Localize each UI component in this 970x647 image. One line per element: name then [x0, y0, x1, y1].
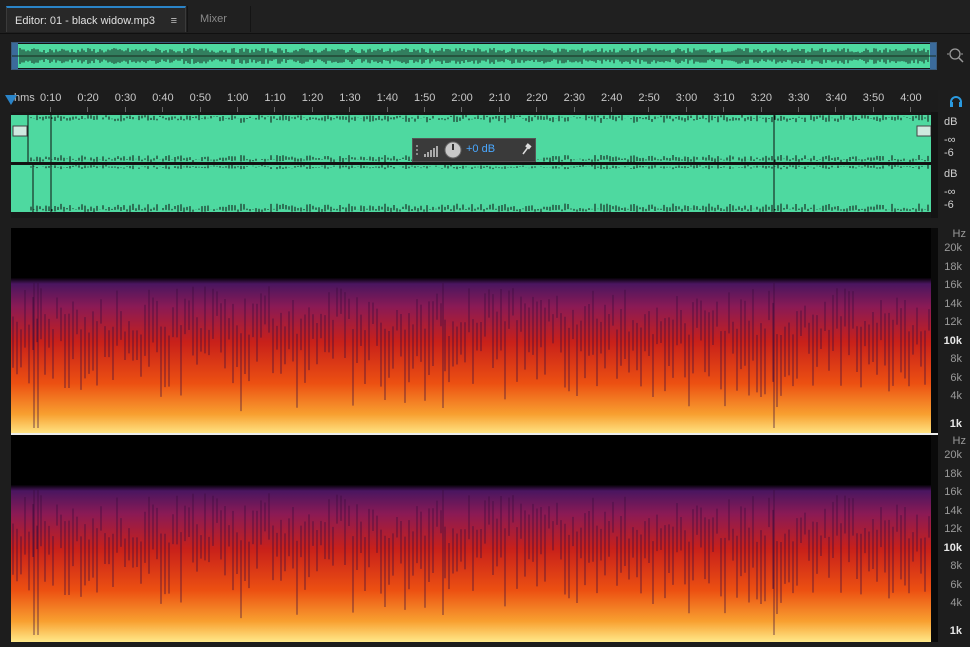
- freq-tick-label: 18k: [944, 261, 962, 273]
- freq-tick-label: 20k: [944, 242, 962, 254]
- waveform-display[interactable]: [11, 112, 938, 218]
- freq-tick-label: 14k: [944, 505, 962, 517]
- ruler-time-label: 0:20: [77, 92, 99, 104]
- freq-tick-label: 18k: [944, 468, 962, 480]
- ruler-time-label: 2:00: [451, 92, 473, 104]
- tab-editor[interactable]: Editor: 01 - black widow.mp3 ≡: [6, 6, 186, 32]
- tab-editor-label: Editor: 01 - black widow.mp3: [15, 15, 156, 27]
- freq-tick-label: 20k: [944, 449, 962, 461]
- freq-tick-label: 16k: [944, 279, 962, 291]
- ruler-time-label: 3:40: [825, 92, 847, 104]
- freq-tick-label: 12k: [944, 316, 962, 328]
- freq-tick-label: 10k: [943, 542, 962, 554]
- ruler-time-label: 3:30: [788, 92, 810, 104]
- ruler-time-label: 2:50: [638, 92, 660, 104]
- freq-tick-label: 4k: [950, 597, 962, 609]
- ruler-time-label: 0:50: [189, 92, 212, 104]
- ch2-db-unit: dB: [944, 168, 958, 180]
- ch1-db-val: -6: [944, 147, 954, 159]
- freq-tick-label: 4k: [950, 390, 962, 402]
- volume-knob-icon: [444, 141, 462, 159]
- tab-menu-icon[interactable]: ≡: [171, 8, 177, 34]
- level-bars-icon: [424, 146, 438, 157]
- headphones-icon[interactable]: [948, 93, 964, 109]
- fade-out-handle: [916, 125, 932, 137]
- overview-waveform: [12, 43, 936, 69]
- freq-unit-label: Hz: [952, 435, 966, 447]
- freq-tick-label: 14k: [944, 298, 962, 310]
- panel-divider-handle[interactable]: [497, 219, 523, 231]
- ruler-time-label: 3:00: [675, 92, 698, 104]
- freq-tick-label: 8k: [950, 560, 962, 572]
- ruler-time-label: 2:20: [526, 92, 548, 104]
- tab-mixer-label: Mixer: [200, 13, 227, 25]
- ruler-time-label: 3:20: [750, 92, 773, 104]
- spectrogram-channel-left[interactable]: [11, 228, 938, 435]
- volume-value: +0 dB: [466, 143, 496, 155]
- freq-tick-label: 6k: [950, 579, 962, 591]
- ruler-time-label: 1:10: [264, 92, 286, 104]
- zoom-magnifier-icon[interactable]: [946, 45, 966, 65]
- freq-tick-label: 12k: [944, 523, 962, 535]
- playhead-marker[interactable]: [5, 95, 17, 105]
- ruler-time-label: 1:30: [339, 92, 361, 104]
- pin-icon: [522, 143, 532, 155]
- ruler-time-label: 3:10: [713, 92, 735, 104]
- hud-grip: [416, 145, 418, 155]
- tab-mixer[interactable]: Mixer: [187, 6, 251, 32]
- freq-tick-label: 10k: [943, 335, 962, 347]
- fade-in-handle: [12, 125, 28, 137]
- ch2-db-inf: -∞: [944, 186, 956, 198]
- ruler-time-label: 4:00: [900, 92, 922, 104]
- waveform-channel-right: [11, 165, 938, 212]
- freq-tick-label: 6k: [950, 372, 962, 384]
- ch2-db-val: -6: [944, 199, 954, 211]
- freq-tick-label: 16k: [944, 486, 962, 498]
- ruler-time-label: 0:10: [40, 92, 62, 104]
- freq-unit-label: Hz: [952, 228, 966, 240]
- spectrogram-channel-right[interactable]: [11, 435, 938, 642]
- ruler-time-label: 1:20: [301, 92, 324, 104]
- ruler-time-label: 3:50: [862, 92, 885, 104]
- ch1-db-unit: dB: [944, 116, 958, 128]
- ruler-time-label: 2:40: [601, 92, 623, 104]
- channel-separator: [11, 433, 938, 435]
- ruler-time-label: 2:10: [488, 92, 511, 104]
- ruler-time-label: 1:40: [376, 92, 399, 104]
- ruler-time-label: 0:30: [114, 92, 137, 104]
- ruler-time-label: 1:00: [227, 92, 249, 104]
- overview-navigator[interactable]: [11, 42, 937, 70]
- ruler-format-label: hms: [14, 92, 35, 104]
- freq-tick-label: 1k: [949, 625, 962, 637]
- ruler-time-label: 0:40: [152, 92, 174, 104]
- ruler-time-label: 1:50: [414, 92, 436, 104]
- freq-tick-label: 8k: [950, 353, 962, 365]
- freq-tick-label: 1k: [949, 418, 962, 430]
- volume-hud[interactable]: +0 dB: [412, 138, 536, 162]
- tab-bar: Editor: 01 - black widow.mp3 ≡ Mixer: [0, 0, 970, 34]
- time-ruler[interactable]: hms 0:10 0:20 0:30 0:40 0:50 1:00 1:10 1:20 1:30…: [11, 90, 938, 112]
- ruler-time-label: 2:30: [563, 92, 586, 104]
- ch1-db-inf: -∞: [944, 134, 956, 146]
